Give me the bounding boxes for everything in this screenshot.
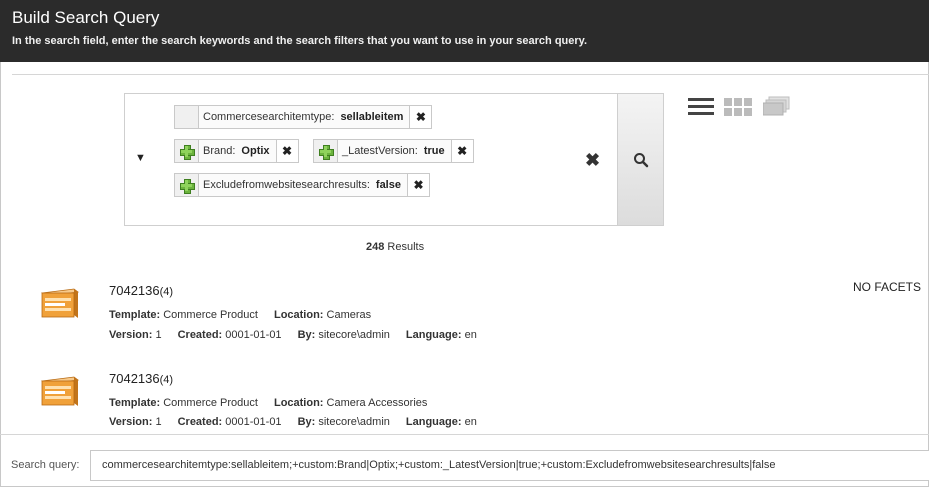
facets-panel: NO FACETS	[853, 280, 922, 294]
result-title[interactable]: 7042136(4)	[109, 371, 173, 386]
result-title[interactable]: 7042136(4)	[109, 283, 173, 298]
remove-filter-button[interactable]: ✖	[409, 106, 432, 128]
search-filter-chip[interactable]: Brand: Optix ✖	[174, 139, 299, 163]
plus-icon[interactable]	[175, 174, 199, 196]
by-label: By:	[297, 329, 316, 341]
version-label: Version:	[109, 416, 153, 428]
by-value: sitecore\admin	[318, 416, 390, 428]
language-value: en	[464, 329, 477, 341]
location-label: Location:	[273, 397, 324, 409]
plus-icon[interactable]	[175, 140, 199, 162]
search-filter-chip[interactable]: Commercesearchitemtype: sellableitem ✖	[174, 105, 433, 129]
grid-view-icon[interactable]	[724, 98, 752, 116]
search-icon	[633, 152, 648, 167]
chip-value: Optix	[241, 145, 270, 157]
tile-view-icon[interactable]	[762, 96, 791, 116]
list-item: 7042136(4) Template: Commerce Product Loc…	[0, 368, 840, 448]
result-name[interactable]: 7042136	[109, 371, 160, 386]
result-meta-line: Template: Commerce Product Location: Came…	[109, 397, 427, 409]
language-value: en	[464, 416, 477, 428]
chip-field: Excludefromwebsitesearchresults:	[203, 179, 370, 191]
result-count: 248 Results	[366, 241, 424, 253]
dialog-subtitle: In the search field, enter the search ke…	[12, 35, 588, 47]
list-item: 7042136(4) Template: Commerce Product Loc…	[0, 280, 840, 360]
location-label: Location:	[273, 309, 324, 321]
language-label: Language:	[405, 329, 462, 341]
remove-filter-button[interactable]: ✖	[406, 174, 429, 196]
search-field[interactable]: ▼ Commercesearchitemtype: sellableitem ✖…	[124, 93, 664, 226]
result-meta-line: Template: Commerce Product Location: Came…	[109, 309, 371, 321]
search-button[interactable]	[617, 93, 664, 226]
template-label: Template:	[109, 397, 161, 409]
chip-blank-icon	[175, 106, 199, 128]
result-meta-line: Version: 1 Created: 0001-01-01 By: sitecor…	[109, 329, 477, 341]
location-value: Cameras	[326, 309, 372, 321]
by-value: sitecore\admin	[318, 329, 390, 341]
template-label: Template:	[109, 309, 161, 321]
list-view-icon[interactable]	[688, 98, 714, 116]
search-query-field[interactable]: commercesearchitemtype:sellableitem;+cus…	[90, 450, 929, 481]
chip-field: _LatestVersion:	[342, 145, 418, 157]
created-value: 0001-01-01	[225, 329, 282, 341]
created-label: Created:	[177, 416, 223, 428]
chevron-down-icon[interactable]: ▼	[135, 152, 146, 164]
version-value: 1	[155, 416, 162, 428]
template-value: Commerce Product	[163, 397, 258, 409]
search-filter-chip[interactable]: _LatestVersion: true ✖	[313, 139, 474, 163]
chip-field: Brand:	[203, 145, 236, 157]
divider	[12, 74, 929, 75]
product-icon	[40, 376, 80, 406]
divider	[0, 434, 929, 435]
clear-search-button[interactable]: ✖	[585, 150, 600, 171]
version-label: Version:	[109, 329, 153, 341]
chip-field: Commercesearchitemtype:	[203, 111, 335, 123]
result-meta-line: Version: 1 Created: 0001-01-01 By: sitecor…	[109, 416, 477, 428]
result-name[interactable]: 7042136	[109, 283, 160, 298]
chip-value: true	[423, 145, 445, 157]
result-count-label: Results	[384, 241, 425, 253]
product-icon	[40, 288, 80, 318]
result-count-number: 248	[366, 241, 385, 253]
chip-value: false	[375, 179, 401, 191]
chip-value: sellableitem	[340, 111, 404, 123]
version-value: 1	[155, 329, 162, 341]
remove-filter-button[interactable]: ✖	[275, 140, 298, 162]
remove-filter-button[interactable]: ✖	[450, 140, 473, 162]
plus-icon[interactable]	[314, 140, 338, 162]
by-label: By:	[297, 416, 316, 428]
language-label: Language:	[405, 416, 462, 428]
created-value: 0001-01-01	[225, 416, 282, 428]
search-filter-chip[interactable]: Excludefromwebsitesearchresults: false ✖	[174, 173, 430, 197]
result-version-count: (4)	[159, 374, 174, 386]
search-query-label: Search query:	[11, 459, 80, 471]
location-value: Camera Accessories	[326, 397, 428, 409]
result-version-count: (4)	[159, 286, 174, 298]
dialog-title: Build Search Query	[12, 8, 160, 27]
dialog-header: Build Search Query In the search field, …	[0, 0, 929, 62]
created-label: Created:	[177, 329, 223, 341]
template-value: Commerce Product	[163, 309, 258, 321]
